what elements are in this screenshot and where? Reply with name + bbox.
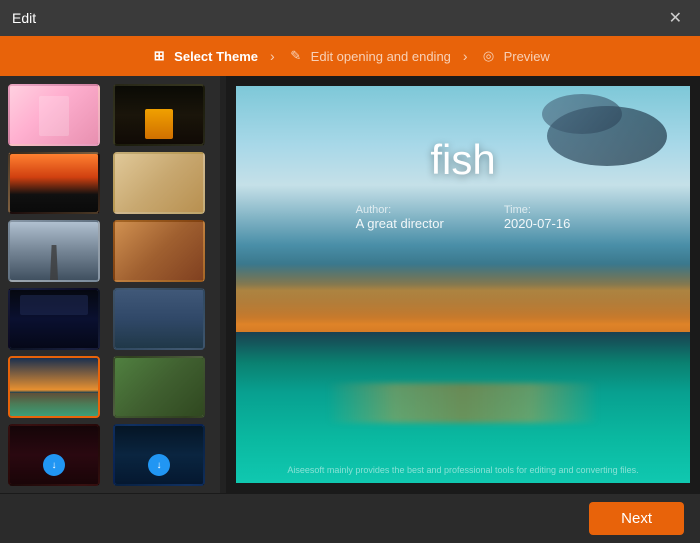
select-theme-icon: ⊞	[150, 47, 168, 65]
slide-title: fish	[430, 136, 495, 184]
theme-thumb-4[interactable]	[8, 220, 100, 282]
time-value: 2020-07-16	[504, 216, 571, 231]
theme-thumb-5[interactable]	[113, 220, 205, 282]
time-meta: Time: 2020-07-16	[504, 204, 571, 231]
theme-thumb-1[interactable]	[113, 84, 205, 146]
time-label: Time:	[504, 204, 531, 216]
preview-icon: ◎	[480, 47, 498, 65]
theme-thumb-11[interactable]: ↓	[113, 424, 205, 486]
title-bar: Edit ✕	[0, 0, 700, 36]
close-button[interactable]: ✕	[663, 6, 688, 30]
step-edit-opening[interactable]: ✎ Edit opening and ending	[287, 47, 451, 65]
slide-meta: Author: A great director Time: 2020-07-1…	[356, 204, 571, 231]
step-select-theme-label: Select Theme	[174, 49, 258, 64]
step-preview[interactable]: ◎ Preview	[480, 47, 550, 65]
step-preview-label: Preview	[504, 49, 550, 64]
author-meta: Author: A great director	[356, 204, 444, 231]
preview-panel: fish Author: A great director Time: 2020…	[226, 76, 700, 493]
theme-thumb-10[interactable]: ↓	[8, 424, 100, 486]
theme-thumb-0[interactable]	[8, 84, 100, 146]
edit-opening-icon: ✎	[287, 47, 305, 65]
step-arrow-1: ›	[270, 48, 275, 64]
theme-thumb-8[interactable]	[8, 356, 100, 418]
bottom-bar: Next	[0, 493, 700, 543]
main-content: ↓ ↓ fish	[0, 76, 700, 493]
step-bar: ⊞ Select Theme › ✎ Edit opening and endi…	[0, 36, 700, 76]
theme-thumb-6[interactable]	[8, 288, 100, 350]
step-arrow-2: ›	[463, 48, 468, 64]
slide-footer: Aiseesoft mainly provides the best and p…	[236, 465, 690, 475]
theme-thumb-7[interactable]	[113, 288, 205, 350]
author-value: A great director	[356, 216, 444, 231]
next-button[interactable]: Next	[589, 502, 684, 535]
step-edit-opening-label: Edit opening and ending	[311, 49, 451, 64]
theme-thumbnail-panel: ↓ ↓	[0, 76, 220, 493]
theme-thumb-3[interactable]	[113, 152, 205, 214]
theme-thumb-2[interactable]	[8, 152, 100, 214]
author-label: Author:	[356, 204, 391, 216]
slide-content: fish Author: A great director Time: 2020…	[236, 86, 690, 483]
theme-thumb-9[interactable]	[113, 356, 205, 418]
step-select-theme[interactable]: ⊞ Select Theme	[150, 47, 258, 65]
preview-container: fish Author: A great director Time: 2020…	[236, 86, 690, 483]
window-title: Edit	[12, 10, 36, 26]
